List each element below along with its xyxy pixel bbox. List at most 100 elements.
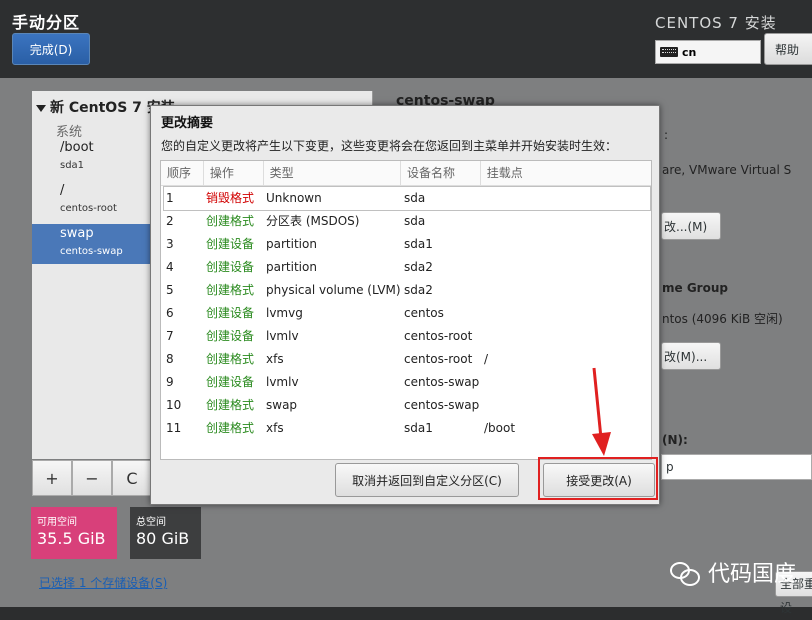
- cell-action: 创建设备: [206, 329, 255, 343]
- column-mount-point[interactable]: 挂载点: [481, 161, 651, 185]
- cell-num: 9: [166, 375, 174, 389]
- partition-toolbar: + − C: [32, 460, 152, 496]
- remove-mount-point-button[interactable]: −: [72, 460, 112, 496]
- cell-action: 创建格式: [206, 421, 255, 435]
- cell-device: sda: [404, 191, 426, 205]
- column-device-name[interactable]: 设备名称: [401, 161, 481, 185]
- wechat-logo-icon: [670, 560, 700, 586]
- dialog-title: 更改摘要: [161, 116, 214, 131]
- top-bar: 手动分区 完成(D) CENTOS 7 安装 cn 帮助: [0, 0, 812, 78]
- selected-storage-link[interactable]: 已选择 1 个存储设备(S): [39, 574, 167, 591]
- cell-mount: [482, 233, 642, 256]
- expander-icon: [36, 104, 46, 112]
- volume-group-select[interactable]: ntos (4096 KiB 空闲): [662, 310, 783, 327]
- cell-type: Unknown: [266, 191, 322, 205]
- table-row[interactable]: 5 创建格式 physical volume (LVM) sda2: [164, 279, 650, 302]
- cell-num: 11: [166, 421, 182, 435]
- device-label: centos-root: [60, 203, 117, 214]
- cell-device: centos-swap: [404, 375, 480, 389]
- dialog-description: 您的自定义更改将产生以下变更，这些变更将会在您返回到主菜单并开始安装时生效：: [161, 139, 618, 153]
- cell-num: 2: [166, 214, 174, 228]
- table-row[interactable]: 10 创建格式 swap centos-swap: [164, 394, 650, 417]
- cell-device: sda: [404, 214, 426, 228]
- cell-mount: [482, 187, 642, 210]
- cell-num: 4: [166, 260, 174, 274]
- available-space-label: 可用空间: [37, 517, 77, 528]
- highlight-box: [538, 457, 658, 500]
- changes-table: 顺序 操作 类型 设备名称 挂载点 1 销毁格式 Unknown sda 2 创建格式 分区…: [160, 160, 652, 460]
- cell-num: 8: [166, 352, 174, 366]
- cell-device: sda1: [404, 421, 433, 435]
- cell-device: sda1: [404, 237, 433, 251]
- table-row[interactable]: 6 创建设备 lvmvg centos: [164, 302, 650, 325]
- cell-type: xfs: [266, 352, 284, 366]
- watermark: 代码国度: [670, 556, 796, 588]
- modify-volume-group-button[interactable]: 改(M)...: [661, 342, 721, 370]
- keyboard-layout-label: cn: [682, 45, 697, 59]
- table-row[interactable]: 8 创建格式 xfs centos-root /: [164, 348, 650, 371]
- cell-num: 7: [166, 329, 174, 343]
- table-row[interactable]: 7 创建设备 lvmlv centos-root: [164, 325, 650, 348]
- cell-num: 5: [166, 283, 174, 297]
- refresh-button[interactable]: C: [112, 460, 152, 496]
- keyboard-icon: [660, 47, 678, 57]
- device-label: centos-swap: [60, 246, 123, 257]
- cell-num: 1: [166, 191, 174, 205]
- name-field-label: (N):: [662, 433, 688, 447]
- table-row[interactable]: 9 创建设备 lvmlv centos-swap: [164, 371, 650, 394]
- available-space-value: 35.5 GiB: [37, 529, 106, 548]
- cell-action: 销毁格式: [206, 191, 255, 205]
- cell-type: lvmvg: [266, 306, 303, 320]
- table-header: 顺序 操作 类型 设备名称 挂载点: [161, 161, 651, 186]
- cell-type: swap: [266, 398, 298, 412]
- name-input[interactable]: p: [661, 454, 812, 480]
- cell-type: lvmlv: [266, 329, 299, 343]
- cell-num: 3: [166, 237, 174, 251]
- cell-type: partition: [266, 237, 317, 251]
- table-row[interactable]: 2 创建格式 分区表 (MSDOS) sda: [164, 210, 650, 233]
- cell-device: sda2: [404, 260, 433, 274]
- help-button[interactable]: 帮助: [764, 33, 812, 65]
- cell-device: sda2: [404, 283, 433, 297]
- table-row[interactable]: 3 创建设备 partition sda1: [164, 233, 650, 256]
- cell-action: 创建格式: [206, 352, 255, 366]
- cell-action: 创建设备: [206, 375, 255, 389]
- cell-action: 创建格式: [206, 398, 255, 412]
- keyboard-layout-indicator[interactable]: cn: [655, 40, 761, 64]
- table-row[interactable]: 4 创建设备 partition sda2: [164, 256, 650, 279]
- cell-mount: [482, 325, 642, 348]
- cell-mount: [482, 394, 642, 417]
- cell-mount: [482, 371, 642, 394]
- cell-type: xfs: [266, 421, 284, 435]
- table-row[interactable]: 11 创建格式 xfs sda1/boot: [164, 417, 650, 440]
- device-label: sda1: [60, 160, 85, 171]
- modify-device-button[interactable]: 改...(M): [661, 212, 721, 240]
- cell-action: 创建格式: [206, 214, 255, 228]
- cell-device: centos-root: [404, 329, 473, 343]
- device-field-colon: :: [664, 128, 669, 142]
- cell-type: 分区表 (MSDOS): [266, 214, 360, 228]
- column-action[interactable]: 操作: [204, 161, 264, 185]
- cell-mount: [482, 279, 642, 302]
- column-order[interactable]: 顺序: [161, 161, 204, 185]
- available-space-box: 可用空间 35.5 GiB: [31, 507, 117, 559]
- cell-mount: /: [484, 352, 489, 366]
- cell-type: partition: [266, 260, 317, 274]
- cell-mount: [482, 210, 642, 233]
- volume-group-label: me Group: [662, 281, 728, 295]
- watermark-text: 代码国度: [708, 562, 797, 587]
- total-space-box: 总空间 80 GiB: [130, 507, 201, 559]
- cell-mount: [482, 256, 642, 279]
- cancel-return-button[interactable]: 取消并返回到自定义分区(C): [335, 463, 519, 497]
- done-button[interactable]: 完成(D): [12, 33, 90, 65]
- add-mount-point-button[interactable]: +: [32, 460, 72, 496]
- mount-point-label: /boot: [60, 140, 94, 155]
- cell-action: 创建格式: [206, 283, 255, 297]
- column-type[interactable]: 类型: [264, 161, 402, 185]
- cell-type: physical volume (LVM): [266, 283, 401, 297]
- table-row[interactable]: 1 销毁格式 Unknown sda: [163, 186, 651, 211]
- device-description: are, VMware Virtual S: [662, 163, 792, 177]
- cell-mount: [482, 302, 642, 325]
- cell-num: 10: [166, 398, 182, 412]
- cell-action: 创建设备: [206, 237, 255, 251]
